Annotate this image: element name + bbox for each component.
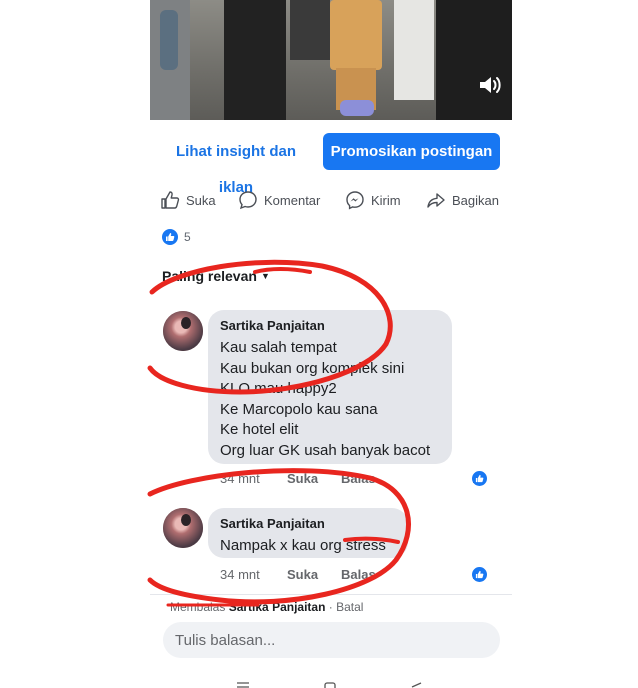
reply-input[interactable] (163, 622, 500, 658)
recent-apps-icon[interactable] (236, 682, 250, 688)
divider (150, 594, 512, 595)
comment-bubble: Sartika Panjaitan Kau salah tempat Kau b… (208, 310, 452, 464)
comment-text-line: Nampak x kau org stress (220, 537, 386, 554)
comment-time: 34 mnt (220, 471, 260, 486)
comment-text-line: Org luar GK usah banyak bacot (220, 441, 431, 459)
share-label: Bagikan (452, 192, 499, 208)
like-button[interactable]: Suka (160, 186, 216, 214)
comment-author[interactable]: Sartika Panjaitan (220, 318, 440, 333)
promote-post-button[interactable]: Promosikan postingan (323, 133, 500, 170)
comment-text-line: KLO mau happy2 (220, 380, 337, 397)
comment-bubble: Sartika Panjaitan Nampak x kau org stres… (208, 508, 408, 558)
comment-reply-link[interactable]: Balas (341, 567, 376, 582)
system-nav-bar (150, 676, 512, 688)
caret-down-icon: ▼ (260, 271, 270, 281)
post-video[interactable] (150, 0, 512, 120)
speech-bubble-icon (239, 191, 257, 210)
view-insights-button[interactable]: Lihat insight dan iklan (158, 134, 314, 196)
like-reaction-icon (472, 471, 487, 486)
replying-to-name: Sartika Panjaitan (228, 600, 326, 614)
comment-sort-dropdown[interactable]: Paling relevan ▼ (162, 268, 270, 284)
back-icon[interactable] (410, 682, 422, 688)
like-summary[interactable]: 5 (162, 228, 191, 246)
like-count: 5 (184, 230, 191, 244)
comment-text-line: Ke hotel elit (220, 421, 299, 438)
avatar[interactable] (163, 508, 203, 548)
comment-text-line: Ke Marcopolo kau sana (220, 400, 378, 418)
share-button[interactable]: Bagikan (426, 186, 499, 214)
comment-meta: 34 mnt Suka Balas 1 (220, 471, 500, 489)
comment-label: Komentar (264, 192, 321, 208)
like-reaction-icon (472, 567, 487, 582)
comment-time: 34 mnt (220, 567, 260, 582)
reaction-bar: Suka Komentar Kirim Bagikan (158, 186, 508, 214)
sort-label: Paling relevan (162, 268, 257, 284)
share-arrow-icon (427, 193, 445, 208)
speaker-icon[interactable] (478, 74, 502, 96)
send-label: Kirim (371, 192, 401, 208)
comment-text-line: Kau salah tempat (220, 339, 337, 356)
comment-reply-link[interactable]: Balas (341, 471, 376, 486)
comment-meta: 34 mnt Suka Balas 1 (220, 567, 500, 585)
comment-like-link[interactable]: Suka (287, 471, 318, 486)
replying-to-bar: Membalas Sartika Panjaitan · Batal (170, 600, 363, 614)
home-icon[interactable] (324, 682, 336, 688)
like-reaction-icon (162, 229, 178, 245)
messenger-icon (346, 191, 364, 210)
comment-author[interactable]: Sartika Panjaitan (220, 516, 396, 531)
like-label: Suka (186, 192, 216, 208)
thumbs-up-icon (161, 191, 180, 209)
replying-prefix: Membalas (170, 600, 226, 614)
comment-like-link[interactable]: Suka (287, 567, 318, 582)
avatar[interactable] (163, 311, 203, 351)
send-button[interactable]: Kirim (345, 186, 401, 214)
comment-button[interactable]: Komentar (238, 186, 320, 214)
comment-text-line: Kau bukan org komplek sini (220, 359, 405, 377)
facebook-post-screen: Lihat insight dan iklan Promosikan posti… (150, 0, 512, 688)
cancel-reply-link[interactable]: · Batal (329, 600, 364, 614)
